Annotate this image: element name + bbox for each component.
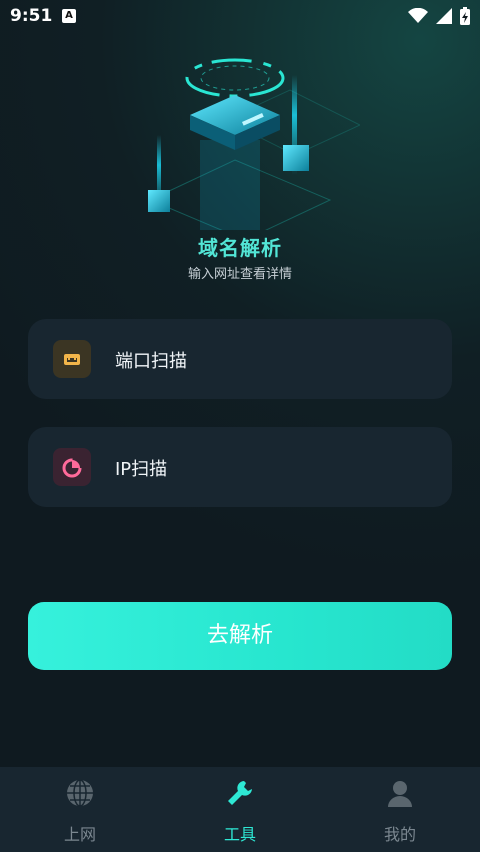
globe-icon: [67, 779, 93, 807]
wrench-icon: [228, 781, 252, 805]
wifi-icon: [408, 8, 428, 23]
tab-internet[interactable]: 上网: [30, 777, 130, 845]
page-title: 域名解析: [198, 236, 282, 260]
resolve-button[interactable]: 去解析: [28, 602, 452, 670]
pie-scan-icon: [53, 448, 91, 486]
ip-scan-card[interactable]: IP扫描: [28, 427, 452, 507]
card-label: IP扫描: [115, 459, 168, 480]
user-icon: [388, 781, 412, 807]
bottom-tab-bar: 上网 工具 我的: [0, 767, 480, 852]
tab-label: 我的: [383, 825, 416, 844]
signal-icon: [436, 8, 452, 24]
status-bar: 9:51 A: [0, 0, 480, 34]
tab-label: 上网: [63, 825, 96, 844]
battery-charging-icon: [460, 7, 470, 25]
tab-label: 工具: [223, 825, 256, 844]
tab-tools[interactable]: 工具: [190, 777, 290, 845]
server-illustration: [148, 58, 360, 230]
status-time: 9:51: [10, 6, 53, 26]
page-subtitle: 输入网址查看详情: [187, 267, 292, 282]
system-icons: [408, 7, 470, 25]
notification-badge-icon: A: [62, 9, 76, 23]
port-scan-card[interactable]: 端口扫描: [28, 319, 452, 399]
router-port-icon: [53, 340, 91, 378]
tab-mine[interactable]: 我的: [350, 777, 450, 845]
card-label: 端口扫描: [115, 351, 187, 372]
